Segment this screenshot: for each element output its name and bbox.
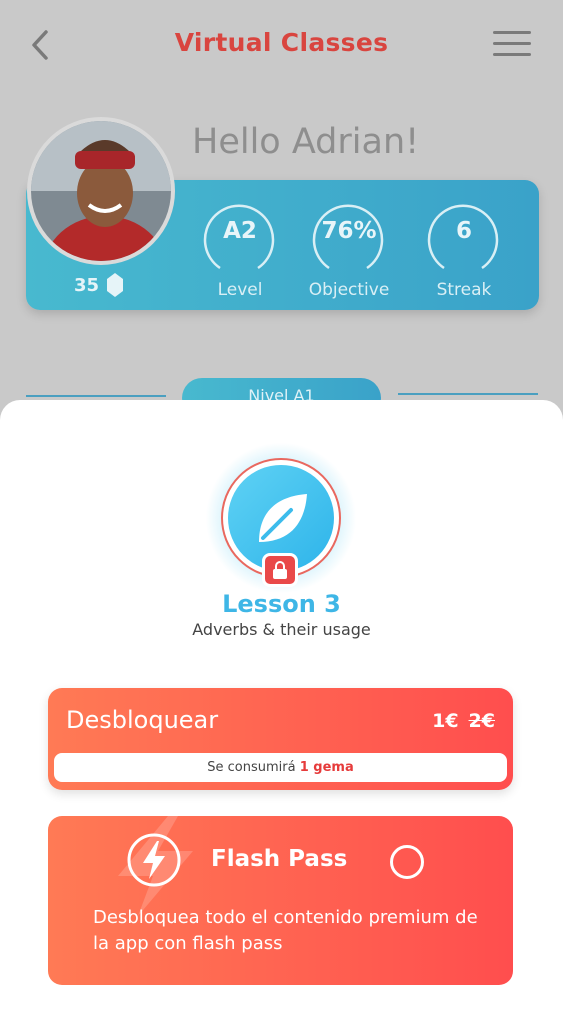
- stat-level: A2 Level: [200, 198, 280, 308]
- stat-value: 76%: [321, 218, 377, 244]
- stat-streak: 6 Streak: [424, 198, 504, 308]
- gem-icon: [107, 273, 124, 297]
- greeting-text: Hello Adrian!: [192, 122, 420, 162]
- lock-icon: [273, 561, 287, 579]
- consume-prefix: Se consumirá: [207, 760, 296, 775]
- flash-pass-description: Desbloquea todo el contenido premium de …: [93, 907, 478, 954]
- leaf-icon: [259, 494, 307, 542]
- menu-button[interactable]: [493, 31, 531, 59]
- consume-amount: 1 gema: [299, 760, 354, 775]
- divider: [398, 393, 538, 395]
- lesson-subtitle: Adverbs & their usage: [192, 620, 371, 639]
- stat-value: 6: [455, 218, 472, 244]
- flash-pass-title: Flash Pass: [211, 846, 348, 872]
- gem-consumption-note: Se consumirá 1 gema: [54, 753, 507, 782]
- stat-label: Objective: [308, 280, 390, 300]
- hamburger-menu-icon: [493, 31, 531, 34]
- stat-objective: 76% Objective: [309, 198, 389, 308]
- lesson-title: Lesson 3: [222, 590, 341, 618]
- flash-pass-card[interactable]: Flash Pass Desbloquea todo el contenido …: [48, 816, 513, 985]
- unlock-label: Desbloquear: [66, 706, 219, 734]
- page-title: Virtual Classes: [174, 28, 389, 57]
- unlock-button[interactable]: Desbloquear 1€ 2€ Se consumirá 1 gema: [48, 688, 513, 790]
- lightning-icon: [127, 833, 181, 887]
- lock-badge: [262, 553, 298, 587]
- current-price: 1€: [432, 710, 459, 732]
- flash-pass-radio[interactable]: [390, 845, 424, 879]
- price: 1€ 2€: [432, 710, 495, 732]
- stat-label: Streak: [436, 280, 492, 300]
- gem-count: 35: [74, 274, 100, 296]
- avatar[interactable]: [27, 117, 175, 265]
- divider: [26, 395, 166, 397]
- old-price: 2€: [468, 710, 495, 732]
- gem-counter: 35: [74, 273, 124, 297]
- stat-value: A2: [223, 218, 257, 244]
- stat-label: Level: [217, 280, 263, 300]
- top-bar: Virtual Classes: [0, 0, 563, 90]
